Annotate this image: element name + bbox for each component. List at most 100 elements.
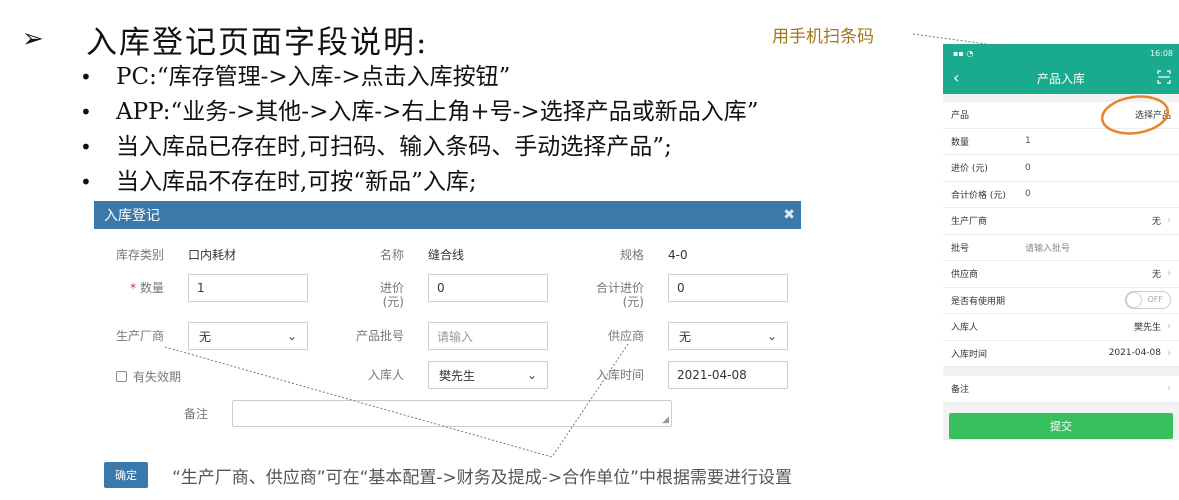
batch-input[interactable]: 请输入批号 (1025, 241, 1070, 254)
name-label: 名称 (379, 248, 404, 262)
row-label: 是否有使用期 (951, 296, 1006, 307)
bullet-item: • APP:“业务->其他->入库->右上角+号->选择产品或新品入库” (80, 95, 758, 130)
bullet-dot: • (80, 100, 92, 124)
expiry-row-right: OFF (1125, 291, 1171, 310)
stock-in-time-label: 入库时间 (595, 368, 644, 382)
remark-row[interactable]: 备注 › (943, 376, 1179, 403)
dialog-header: 入库登记 ✖ (94, 201, 801, 229)
bullet-text: 当入库品已存在时,可扫码、输入条码、手动选择产品”; (116, 134, 672, 160)
select-product-text: 选择产品 (1134, 111, 1171, 122)
batch-number-label: 产品批号 (355, 329, 404, 343)
price-value[interactable]: 0 (1025, 163, 1031, 173)
supplier-value: 无 (1151, 270, 1161, 281)
expiry-checkbox[interactable]: 有失效期 (116, 368, 181, 385)
row-label: 备注 (951, 385, 970, 396)
total-price-row[interactable]: 合计价格 (元) 0 (943, 182, 1179, 208)
bullet-item: • PC:“库存管理->入库->点击入库按钮” (80, 60, 758, 95)
stock-in-time-row[interactable]: 入库时间 2021-04-08 › (943, 341, 1179, 367)
checkbox-box[interactable] (116, 371, 127, 382)
scan-icon[interactable] (1157, 70, 1171, 84)
bullet-list: • PC:“库存管理->入库->点击入库按钮” • APP:“业务->其他->入库-… (80, 60, 758, 200)
chevron-down-icon: ⌄ (286, 329, 297, 343)
bullet-dot: • (80, 170, 92, 194)
submit-button[interactable]: 提交 (949, 413, 1173, 439)
manufacturer-select[interactable]: 无 ⌄ (188, 322, 308, 350)
close-icon[interactable]: ✖ (783, 207, 795, 223)
total-price-label-line1: 合计进价 (595, 281, 644, 295)
spec-value: 4-0 (668, 248, 688, 262)
confirm-button[interactable]: 确定 (104, 462, 148, 488)
total-price-value[interactable]: 0 (1025, 189, 1031, 199)
scan-barcode-note: 用手机扫条码 (772, 27, 874, 47)
back-icon[interactable]: ‹ (953, 68, 959, 87)
remark-textarea[interactable]: ◢ (232, 400, 672, 427)
name-value: 缝合线 (428, 248, 465, 262)
select-product-link[interactable]: 选择产品 (1135, 108, 1171, 121)
bullet-dot: • (80, 135, 92, 159)
stock-in-time-input[interactable]: 2021-04-08 (668, 361, 788, 389)
heading-arrow-icon: ➢ (22, 24, 44, 54)
partner-config-note: “生产厂商、供应商”可在“基本配置->财务及提成->合作单位”中根据需要进行设置 (172, 468, 792, 488)
row-label: 进价 (元) (951, 164, 988, 175)
dialog-title: 入库登记 (104, 208, 160, 224)
price-row[interactable]: 进价 (元) 0 (943, 155, 1179, 182)
receiver-select[interactable]: 樊先生 ⌄ (428, 361, 548, 389)
manufacturer-label: 生产厂商 (115, 329, 164, 343)
expiry-toggle[interactable]: OFF (1125, 291, 1171, 310)
bullet-item: • 当入库品已存在时,可扫码、输入条码、手动选择产品”; (80, 130, 758, 165)
quantity-label: * 数量 (104, 281, 164, 295)
status-bar: ▪▪ ◔ 16:08 (943, 44, 1179, 62)
chevron-down-icon: ⌄ (526, 368, 537, 382)
supplier-label: 供应商 (607, 329, 644, 343)
spec-label: 规格 (619, 248, 644, 262)
batch-row[interactable]: 批号 请输入批号 (943, 235, 1179, 261)
manufacturer-value: 无 (1151, 217, 1161, 228)
remark-list: 备注 › (943, 376, 1179, 403)
row-label: 产品 (951, 111, 970, 122)
product-row[interactable]: 产品 选择产品 (943, 102, 1179, 129)
purchase-price-input[interactable]: 0 (428, 274, 548, 302)
toggle-off-text: OFF (1147, 295, 1164, 305)
manufacturer-value: 无 (199, 329, 212, 344)
purchase-price-label: 进价 (元) (344, 281, 404, 309)
batch-number-input[interactable]: 请输入 (428, 322, 548, 350)
slide-heading: ➢ 入库登记页面字段说明: (22, 14, 428, 64)
supplier-select[interactable]: 无 ⌄ (668, 322, 788, 350)
list-gap (943, 367, 1179, 376)
total-price-input[interactable]: 0 (668, 274, 788, 302)
resize-grip-icon[interactable]: ◢ (662, 415, 669, 425)
remark-row-right: › (1167, 383, 1171, 394)
chevron-right-icon: › (1167, 215, 1171, 227)
category-label: 库存类别 (115, 248, 164, 262)
chevron-right-icon: › (1167, 347, 1171, 359)
chevron-right-icon: › (1167, 383, 1171, 395)
receiver-row-right: 樊先生 › (1134, 320, 1171, 333)
signal-icon: ▪▪ ◔ (953, 48, 974, 58)
app-title: 产品入库 (1036, 71, 1085, 86)
stock-in-time-row-right: 2021-04-08 › (1109, 348, 1171, 359)
bullet-text: PC:“库存管理->入库->点击入库按钮” (116, 64, 511, 90)
supplier-value: 无 (679, 329, 692, 344)
bullet-dot: • (80, 65, 92, 89)
purchase-price-label-line1: 进价 (379, 281, 404, 295)
quantity-input[interactable]: 1 (188, 274, 308, 302)
supplier-row-right: 无 › (1152, 267, 1171, 280)
app-header: ▪▪ ◔ 16:08 ‹ 产品入库 (943, 44, 1179, 94)
chevron-right-icon: › (1167, 268, 1171, 280)
row-label: 合计价格 (元) (951, 190, 1006, 201)
total-price-label-line2: (元) (622, 295, 644, 309)
receiver-value: 樊先生 (1133, 323, 1161, 334)
quantity-value[interactable]: 1 (1025, 136, 1031, 146)
purchase-price-label-line2: (元) (382, 295, 404, 309)
supplier-row[interactable]: 供应商 无 › (943, 261, 1179, 288)
receiver-row[interactable]: 入库人 樊先生 › (943, 314, 1179, 341)
manufacturer-row[interactable]: 生产厂商 无 › (943, 208, 1179, 235)
row-label: 数量 (951, 137, 970, 148)
manufacturer-row-right: 无 › (1152, 214, 1171, 227)
receiver-label: 入库人 (367, 368, 404, 382)
remark-label: 备注 (183, 407, 208, 421)
quantity-row[interactable]: 数量 1 (943, 129, 1179, 155)
row-label: 入库人 (951, 323, 979, 334)
required-mark: * (130, 281, 137, 295)
stock-in-time-value: 2021-04-08 (1108, 348, 1161, 359)
